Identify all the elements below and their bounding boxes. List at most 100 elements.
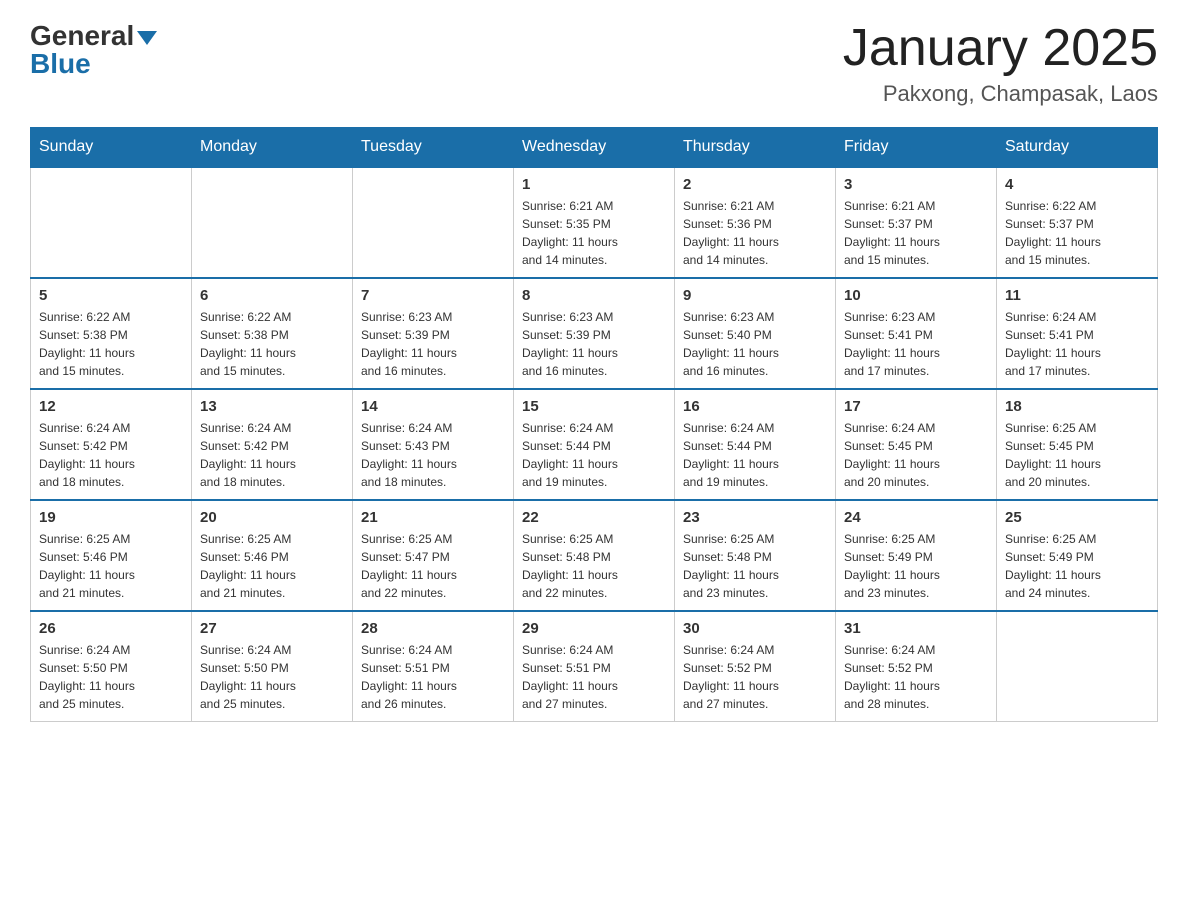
calendar-cell: 10 Sunrise: 6:23 AM Sunset: 5:41 PM Dayli… <box>836 278 997 389</box>
day-info: Sunrise: 6:24 AM Sunset: 5:43 PM Dayligh… <box>361 419 505 491</box>
day-info: Sunrise: 6:23 AM Sunset: 5:40 PM Dayligh… <box>683 308 827 380</box>
calendar-subtitle: Pakxong, Champasak, Laos <box>843 81 1158 107</box>
day-number: 30 <box>683 620 827 637</box>
calendar-cell: 14 Sunrise: 6:24 AM Sunset: 5:43 PM Dayli… <box>353 389 514 500</box>
day-number: 11 <box>1005 287 1149 304</box>
day-info: Sunrise: 6:23 AM Sunset: 5:39 PM Dayligh… <box>522 308 666 380</box>
calendar-cell: 21 Sunrise: 6:25 AM Sunset: 5:47 PM Dayli… <box>353 500 514 611</box>
day-header-saturday: Saturday <box>997 128 1158 168</box>
calendar-cell: 20Sunrise: 6:25 AM Sunset: 5:46 PM Dayli… <box>192 500 353 611</box>
day-number: 6 <box>200 287 344 304</box>
day-number: 13 <box>200 398 344 415</box>
day-info: Sunrise: 6:25 AM Sunset: 5:49 PM Dayligh… <box>1005 530 1149 602</box>
calendar-cell <box>353 167 514 278</box>
day-number: 15 <box>522 398 666 415</box>
day-number: 5 <box>39 287 183 304</box>
calendar-cell: 7 Sunrise: 6:23 AM Sunset: 5:39 PM Daylig… <box>353 278 514 389</box>
day-number: 9 <box>683 287 827 304</box>
calendar-title: January 2025 <box>843 20 1158 77</box>
logo-blue-text: Blue <box>30 48 91 80</box>
day-info: Sunrise: 6:24 AM Sunset: 5:51 PM Dayligh… <box>522 641 666 713</box>
day-number: 8 <box>522 287 666 304</box>
calendar-cell: 30 Sunrise: 6:24 AM Sunset: 5:52 PM Dayli… <box>675 611 836 722</box>
calendar-cell: 25Sunrise: 6:25 AM Sunset: 5:49 PM Dayli… <box>997 500 1158 611</box>
calendar-cell: 16Sunrise: 6:24 AM Sunset: 5:44 PM Dayli… <box>675 389 836 500</box>
calendar-week-row: 5 Sunrise: 6:22 AM Sunset: 5:38 PM Daylig… <box>31 278 1158 389</box>
logo-arrow-icon <box>137 31 157 45</box>
day-header-monday: Monday <box>192 128 353 168</box>
calendar-cell: 4Sunrise: 6:22 AM Sunset: 5:37 PM Daylig… <box>997 167 1158 278</box>
day-info: Sunrise: 6:25 AM Sunset: 5:46 PM Dayligh… <box>39 530 183 602</box>
day-info: Sunrise: 6:25 AM Sunset: 5:48 PM Dayligh… <box>683 530 827 602</box>
day-info: Sunrise: 6:21 AM Sunset: 5:36 PM Dayligh… <box>683 197 827 269</box>
day-number: 21 <box>361 509 505 526</box>
calendar-cell: 17 Sunrise: 6:24 AM Sunset: 5:45 PM Dayli… <box>836 389 997 500</box>
day-info: Sunrise: 6:24 AM Sunset: 5:50 PM Dayligh… <box>200 641 344 713</box>
day-number: 1 <box>522 176 666 193</box>
title-block: January 2025 Pakxong, Champasak, Laos <box>843 20 1158 107</box>
day-number: 18 <box>1005 398 1149 415</box>
day-number: 17 <box>844 398 988 415</box>
day-number: 19 <box>39 509 183 526</box>
day-header-wednesday: Wednesday <box>514 128 675 168</box>
day-header-tuesday: Tuesday <box>353 128 514 168</box>
calendar-week-row: 19 Sunrise: 6:25 AM Sunset: 5:46 PM Dayli… <box>31 500 1158 611</box>
day-number: 26 <box>39 620 183 637</box>
day-info: Sunrise: 6:24 AM Sunset: 5:45 PM Dayligh… <box>844 419 988 491</box>
calendar-cell: 15 Sunrise: 6:24 AM Sunset: 5:44 PM Dayli… <box>514 389 675 500</box>
day-info: Sunrise: 6:23 AM Sunset: 5:41 PM Dayligh… <box>844 308 988 380</box>
calendar-table: SundayMondayTuesdayWednesdayThursdayFrid… <box>30 127 1158 722</box>
day-number: 2 <box>683 176 827 193</box>
calendar-body: 1Sunrise: 6:21 AM Sunset: 5:35 PM Daylig… <box>31 167 1158 722</box>
day-number: 24 <box>844 509 988 526</box>
day-info: Sunrise: 6:24 AM Sunset: 5:42 PM Dayligh… <box>200 419 344 491</box>
calendar-cell: 9 Sunrise: 6:23 AM Sunset: 5:40 PM Daylig… <box>675 278 836 389</box>
calendar-cell: 3Sunrise: 6:21 AM Sunset: 5:37 PM Daylig… <box>836 167 997 278</box>
day-info: Sunrise: 6:24 AM Sunset: 5:52 PM Dayligh… <box>683 641 827 713</box>
calendar-cell: 6 Sunrise: 6:22 AM Sunset: 5:38 PM Daylig… <box>192 278 353 389</box>
day-number: 27 <box>200 620 344 637</box>
day-number: 22 <box>522 509 666 526</box>
calendar-week-row: 26 Sunrise: 6:24 AM Sunset: 5:50 PM Dayli… <box>31 611 1158 722</box>
day-info: Sunrise: 6:24 AM Sunset: 5:44 PM Dayligh… <box>522 419 666 491</box>
day-number: 31 <box>844 620 988 637</box>
calendar-cell: 19 Sunrise: 6:25 AM Sunset: 5:46 PM Dayli… <box>31 500 192 611</box>
calendar-cell: 5 Sunrise: 6:22 AM Sunset: 5:38 PM Daylig… <box>31 278 192 389</box>
calendar-cell: 11Sunrise: 6:24 AM Sunset: 5:41 PM Dayli… <box>997 278 1158 389</box>
day-info: Sunrise: 6:25 AM Sunset: 5:48 PM Dayligh… <box>522 530 666 602</box>
day-info: Sunrise: 6:24 AM Sunset: 5:44 PM Dayligh… <box>683 419 827 491</box>
calendar-cell: 26 Sunrise: 6:24 AM Sunset: 5:50 PM Dayli… <box>31 611 192 722</box>
day-info: Sunrise: 6:24 AM Sunset: 5:42 PM Dayligh… <box>39 419 183 491</box>
calendar-cell: 28Sunrise: 6:24 AM Sunset: 5:51 PM Dayli… <box>353 611 514 722</box>
day-info: Sunrise: 6:22 AM Sunset: 5:38 PM Dayligh… <box>39 308 183 380</box>
calendar-week-row: 12 Sunrise: 6:24 AM Sunset: 5:42 PM Dayli… <box>31 389 1158 500</box>
calendar-cell: 2 Sunrise: 6:21 AM Sunset: 5:36 PM Daylig… <box>675 167 836 278</box>
day-number: 4 <box>1005 176 1149 193</box>
day-info: Sunrise: 6:25 AM Sunset: 5:46 PM Dayligh… <box>200 530 344 602</box>
calendar-cell: 18Sunrise: 6:25 AM Sunset: 5:45 PM Dayli… <box>997 389 1158 500</box>
day-number: 12 <box>39 398 183 415</box>
day-number: 7 <box>361 287 505 304</box>
calendar-cell: 8 Sunrise: 6:23 AM Sunset: 5:39 PM Daylig… <box>514 278 675 389</box>
calendar-cell: 27 Sunrise: 6:24 AM Sunset: 5:50 PM Dayli… <box>192 611 353 722</box>
calendar-cell <box>192 167 353 278</box>
day-header-row: SundayMondayTuesdayWednesdayThursdayFrid… <box>31 128 1158 168</box>
day-number: 23 <box>683 509 827 526</box>
day-info: Sunrise: 6:22 AM Sunset: 5:38 PM Dayligh… <box>200 308 344 380</box>
calendar-week-row: 1Sunrise: 6:21 AM Sunset: 5:35 PM Daylig… <box>31 167 1158 278</box>
day-number: 3 <box>844 176 988 193</box>
day-info: Sunrise: 6:25 AM Sunset: 5:47 PM Dayligh… <box>361 530 505 602</box>
day-number: 10 <box>844 287 988 304</box>
calendar-cell: 23 Sunrise: 6:25 AM Sunset: 5:48 PM Dayli… <box>675 500 836 611</box>
day-info: Sunrise: 6:23 AM Sunset: 5:39 PM Dayligh… <box>361 308 505 380</box>
day-header-sunday: Sunday <box>31 128 192 168</box>
day-header-friday: Friday <box>836 128 997 168</box>
day-number: 28 <box>361 620 505 637</box>
page-header: General Blue January 2025 Pakxong, Champ… <box>30 20 1158 107</box>
calendar-cell: 31Sunrise: 6:24 AM Sunset: 5:52 PM Dayli… <box>836 611 997 722</box>
day-info: Sunrise: 6:24 AM Sunset: 5:50 PM Dayligh… <box>39 641 183 713</box>
calendar-cell: 24Sunrise: 6:25 AM Sunset: 5:49 PM Dayli… <box>836 500 997 611</box>
calendar-cell: 29Sunrise: 6:24 AM Sunset: 5:51 PM Dayli… <box>514 611 675 722</box>
calendar-cell <box>31 167 192 278</box>
day-number: 14 <box>361 398 505 415</box>
